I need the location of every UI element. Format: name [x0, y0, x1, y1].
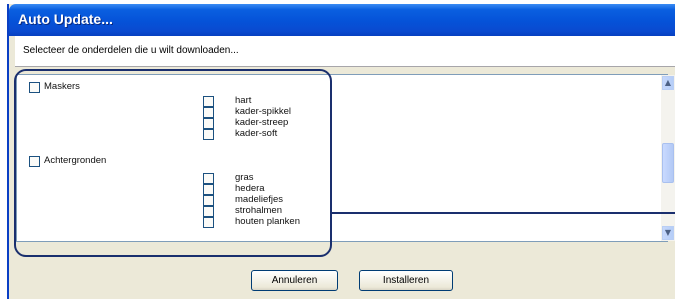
callout-highlight — [14, 69, 332, 257]
scroll-down-button[interactable]: ▼ — [662, 226, 674, 240]
cancel-button[interactable]: Annuleren — [251, 270, 338, 291]
callout-pointer-line — [332, 212, 675, 214]
chevron-down-icon: ▼ — [664, 228, 672, 237]
scroll-up-button[interactable]: ▲ — [662, 76, 674, 90]
instruction-header: Selecteer de onderdelen die u wilt downl… — [15, 36, 675, 67]
window-title: Auto Update... — [18, 11, 113, 27]
instruction-text: Selecteer de onderdelen die u wilt downl… — [23, 45, 239, 56]
vertical-scrollbar[interactable]: ▲ ▼ — [661, 75, 675, 241]
scrollbar-thumb[interactable] — [662, 143, 674, 183]
chevron-up-icon: ▲ — [664, 78, 672, 87]
install-button[interactable]: Installeren — [359, 270, 453, 291]
title-bar[interactable]: Auto Update... — [9, 4, 675, 36]
